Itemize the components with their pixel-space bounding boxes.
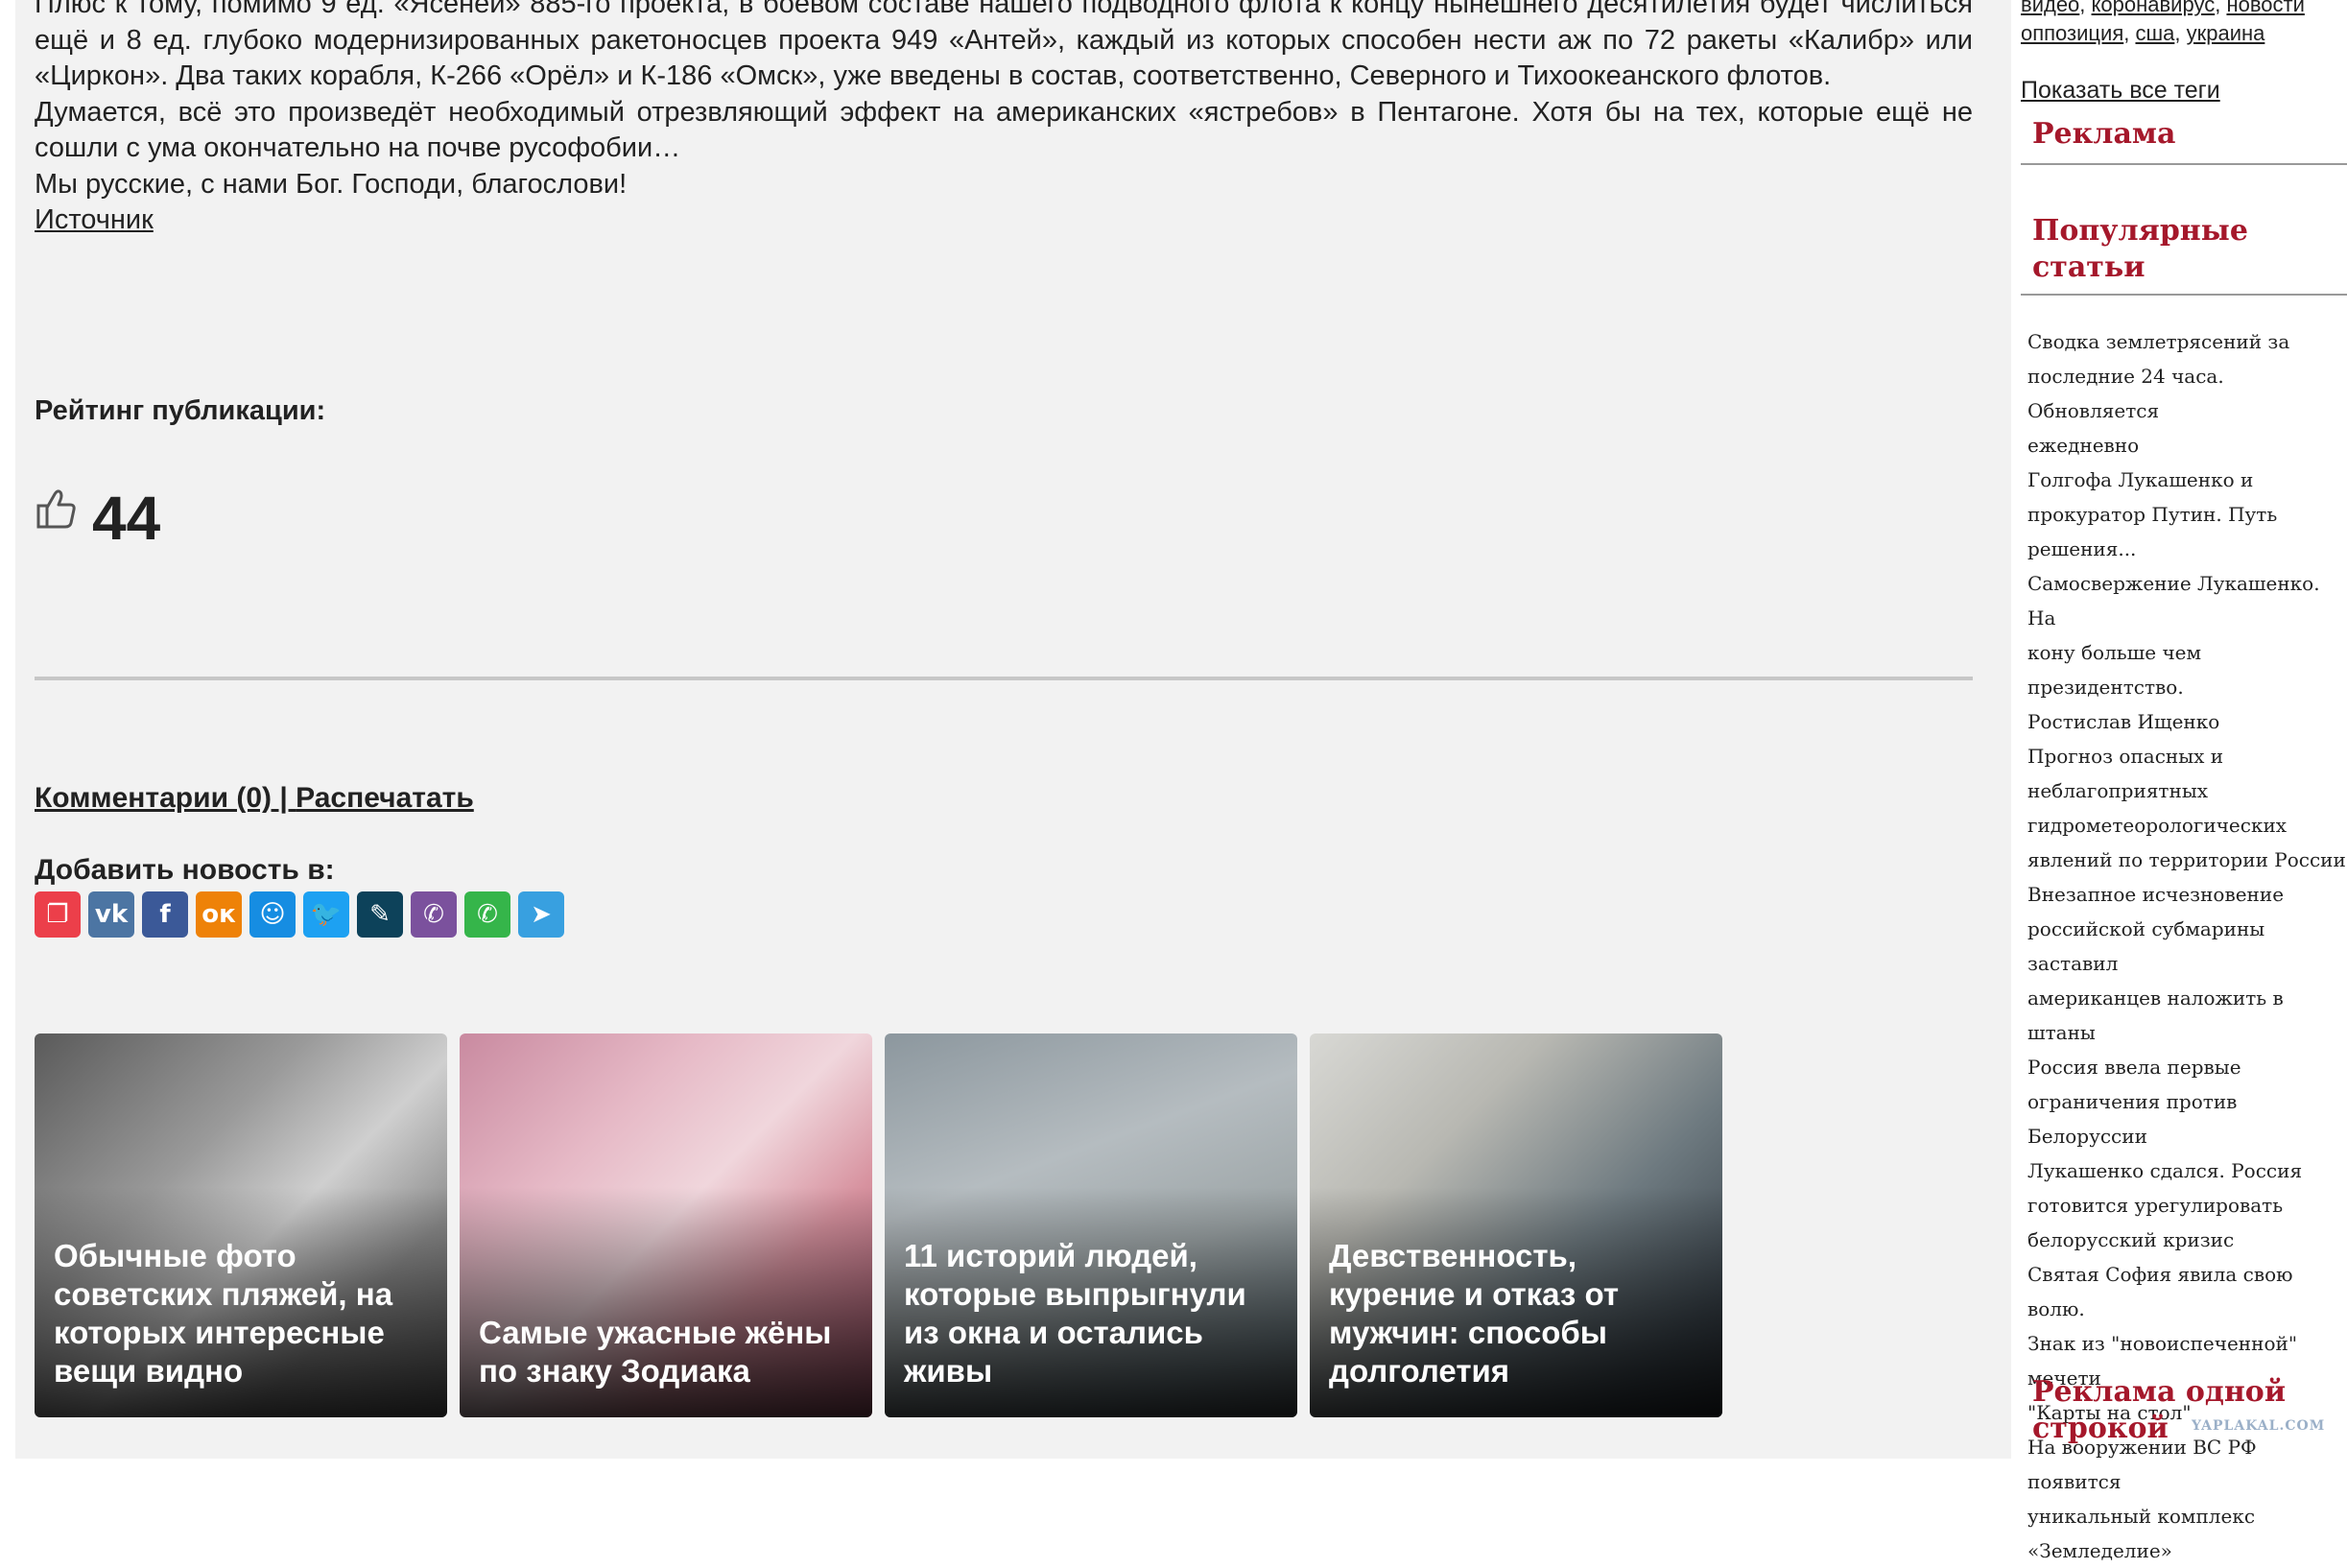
- popular-article-link[interactable]: Голгофа Лукашенко и прокуратор Путин. Пу…: [2027, 463, 2347, 566]
- popular-article-link[interactable]: Прогноз опасных и неблагоприятных гидром…: [2027, 739, 2347, 877]
- popular-heading: Популярные статьи: [2032, 214, 2248, 284]
- recommended-card[interactable]: Обычные фото советских пляжей, на которы…: [35, 1033, 447, 1417]
- odnoklassniki-icon[interactable]: ок: [196, 891, 242, 938]
- actions-separator: |: [272, 782, 296, 814]
- popular-article-link[interactable]: Ростислав Ищенко: [2027, 704, 2347, 739]
- popular-article-link[interactable]: Лукашенко сдался. Россия готовится урегу…: [2027, 1153, 2347, 1257]
- moimir-icon[interactable]: ☺: [249, 891, 296, 938]
- sidebar-rule: [2021, 163, 2347, 165]
- print-label: Распечатать: [296, 782, 474, 814]
- show-all-tags-link[interactable]: Показать все теги: [2021, 77, 2220, 105]
- print-link[interactable]: | Распечатать: [272, 782, 474, 814]
- article-paragraph-2: Думается, всё это произведёт необходимый…: [35, 96, 1973, 164]
- rating-block: 44: [35, 485, 160, 552]
- pikabu-icon[interactable]: ❐: [35, 891, 81, 938]
- facebook-icon[interactable]: f: [142, 891, 188, 938]
- one-line-ad-heading: Реклама одной строкой: [2032, 1375, 2287, 1445]
- comments-link[interactable]: Комментарии (0): [35, 782, 272, 814]
- card-title: Обычные фото советских пляжей, на которы…: [54, 1238, 393, 1389]
- article-paragraph-1: Плюс к тому, помимо 9 ед. «Ясеней» 885-г…: [35, 0, 1973, 91]
- tag-link[interactable]: оппозиция: [2021, 21, 2123, 45]
- popular-article-link[interactable]: Россия ввела первые ограничения против Б…: [2027, 1050, 2347, 1153]
- main-content: Плюс к тому, помимо 9 ед. «Ясеней» 885-г…: [15, 0, 2011, 1459]
- card-title: Девственность, курение и отказ от мужчин…: [1329, 1238, 1619, 1389]
- twitter-icon[interactable]: 🐦: [303, 891, 349, 938]
- tag-link[interactable]: коронавирус: [2092, 0, 2216, 16]
- popular-article-link[interactable]: Внезапное исчезновение российской субмар…: [2027, 877, 2347, 1050]
- share-icons: ❐ vk f ок ☺ 🐦 ✎ ✆ ✆ ➤: [35, 891, 564, 938]
- thumbs-up-icon[interactable]: [35, 487, 77, 531]
- viber-icon[interactable]: ✆: [411, 891, 457, 938]
- sidebar: видео, коронавирус, новости оппозиция, с…: [2019, 0, 2347, 1562]
- recommended-card[interactable]: 11 историй людей, которые выпрыгнули из …: [885, 1033, 1297, 1417]
- telegram-icon[interactable]: ➤: [518, 891, 564, 938]
- tag-link[interactable]: новости: [2226, 0, 2304, 16]
- vk-icon[interactable]: vk: [88, 891, 134, 938]
- livejournal-icon[interactable]: ✎: [357, 891, 403, 938]
- divider: [35, 677, 1973, 680]
- card-title: 11 историй людей, которые выпрыгнули из …: [904, 1238, 1246, 1389]
- ads-heading: Реклама: [2032, 117, 2176, 151]
- tag-link[interactable]: видео: [2021, 0, 2079, 16]
- tag-line: видео, коронавирус, новости: [2021, 0, 2305, 19]
- article-paragraph-3: Мы русские, с нами Бог. Господи, благосл…: [35, 168, 628, 200]
- popular-article-link[interactable]: На вооружении ВС РФ появится уникальный …: [2027, 1430, 2347, 1568]
- sidebar-rule: [2021, 294, 2347, 296]
- recommended-card[interactable]: Самые ужасные жёны по знаку Зодиака: [460, 1033, 872, 1417]
- tag-link[interactable]: сша: [2135, 21, 2174, 45]
- recommended-cards: Обычные фото советских пляжей, на которы…: [35, 1033, 1722, 1417]
- rating-value: 44: [92, 484, 161, 553]
- recommended-card[interactable]: Девственность, курение и отказ от мужчин…: [1310, 1033, 1722, 1417]
- popular-article-link[interactable]: Сводка землетрясений за последние 24 час…: [2027, 324, 2347, 463]
- tag-line: оппозиция, сша, украина: [2021, 21, 2265, 45]
- source-link[interactable]: Источник: [35, 204, 154, 235]
- popular-article-link[interactable]: Самосвержение Лукашенко. На кону больше …: [2027, 566, 2347, 704]
- article-body: Плюс к тому, помимо 9 ед. «Ясеней» 885-г…: [35, 0, 1973, 239]
- rating-title: Рейтинг публикации:: [35, 395, 326, 426]
- article-actions: Комментарии (0) | Распечатать: [35, 782, 474, 815]
- watermark: YAPLAKAL.COM: [2192, 1418, 2326, 1434]
- share-title: Добавить новость в:: [35, 854, 335, 886]
- tag-link[interactable]: украина: [2187, 21, 2265, 45]
- card-title: Самые ужасные жёны по знаку Зодиака: [479, 1315, 832, 1389]
- whatsapp-icon[interactable]: ✆: [464, 891, 510, 938]
- tag-cloud: видео, коронавирус, новости оппозиция, с…: [2021, 0, 2305, 48]
